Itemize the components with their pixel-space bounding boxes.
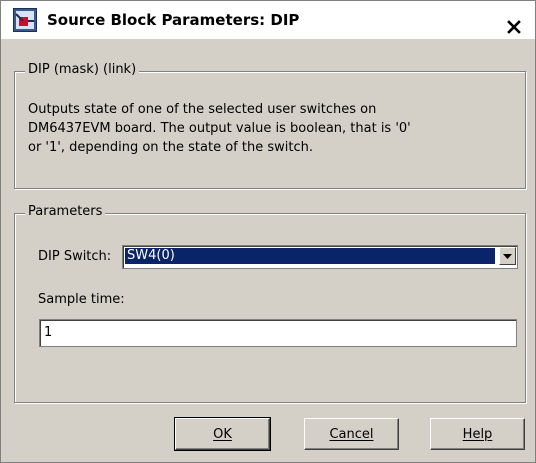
close-icon	[507, 20, 521, 34]
close-button[interactable]	[502, 15, 526, 39]
mask-description: Outputs state of one of the selected use…	[28, 102, 411, 155]
sample-time-value: 1	[44, 325, 53, 340]
ok-button[interactable]: OK	[174, 417, 271, 451]
dip-switch-selected-value: SW4(0)	[125, 248, 495, 264]
dialog-window: Source Block Parameters: DIP DIP (mask) …	[0, 0, 536, 463]
mask-group-legend: DIP (mask) (link)	[25, 62, 140, 77]
sample-time-input[interactable]: 1	[39, 319, 517, 347]
help-button[interactable]: Help	[430, 418, 525, 450]
title-bar[interactable]: Source Block Parameters: DIP	[1, 1, 535, 39]
chevron-down-icon	[503, 253, 512, 259]
parameters-group-legend: Parameters	[25, 204, 106, 219]
dip-switch-dropdown[interactable]: SW4(0)	[122, 245, 518, 269]
dropdown-arrow-button[interactable]	[499, 247, 516, 265]
simulink-block-icon	[13, 8, 37, 32]
cancel-button[interactable]: Cancel	[304, 418, 399, 450]
dip-switch-label: DIP Switch:	[38, 249, 112, 264]
parameters-group: Parameters	[14, 204, 526, 403]
sample-time-label: Sample time:	[38, 292, 125, 307]
window-title: Source Block Parameters: DIP	[47, 11, 300, 29]
mask-description-group: DIP (mask) (link) Outputs state of one o…	[14, 62, 526, 189]
